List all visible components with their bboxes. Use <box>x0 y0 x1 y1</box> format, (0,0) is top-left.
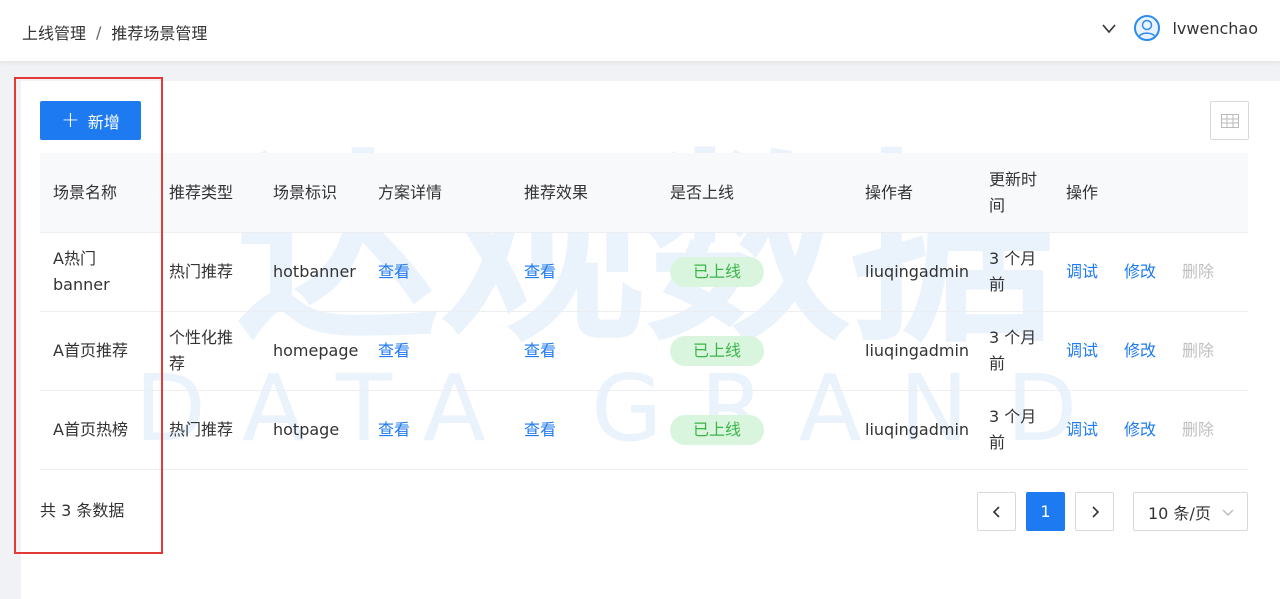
user-icon <box>1138 19 1157 39</box>
rec-type: 热门推荐 <box>169 262 234 281</box>
page-size-select[interactable]: 10 条/页 <box>1133 492 1248 531</box>
scene-table: 场景名称 推荐类型 场景标识 方案详情 推荐效果 是否上线 操作者 更新时间 操… <box>40 153 1248 470</box>
next-page-button[interactable] <box>1075 492 1114 531</box>
operator: liuqingadmin <box>865 341 970 360</box>
rec-effect-link[interactable]: 查看 <box>524 312 584 390</box>
edit-link[interactable]: 修改 <box>1124 312 1164 390</box>
scene-name: A首页热榜 <box>53 420 128 439</box>
avatar[interactable] <box>1134 15 1161 41</box>
debug-link[interactable]: 调试 <box>1066 391 1106 469</box>
scene-key: homepage <box>273 341 359 360</box>
edit-link[interactable]: 修改 <box>1124 233 1164 311</box>
chevron-right-icon <box>1091 505 1099 518</box>
status-badge: 已上线 <box>670 415 764 445</box>
user-menu[interactable]: lvwenchao <box>1100 15 1258 41</box>
rec-effect-link[interactable]: 查看 <box>524 233 584 311</box>
page-size-value: 10 条/页 <box>1148 503 1211 523</box>
status-badge: 已上线 <box>670 336 764 366</box>
column-settings-button[interactable] <box>1210 101 1249 140</box>
updated-time: 3 个月前 <box>989 407 1037 452</box>
header-operator: 操作者 <box>865 182 914 202</box>
breadcrumb-current: 推荐场景管理 <box>111 24 208 43</box>
chevron-left-icon <box>992 505 1000 518</box>
delete-link: 删除 <box>1182 420 1215 439</box>
table-row: A首页推荐 个性化推荐 homepage 查看 查看 已上线 liuqingad… <box>40 312 1248 391</box>
operator: liuqingadmin <box>865 262 970 281</box>
table-icon <box>1220 113 1239 128</box>
debug-link[interactable]: 调试 <box>1066 233 1106 311</box>
scene-key: hotpage <box>273 420 340 439</box>
top-bar: 上线管理 / 推荐场景管理 lvwenchao <box>0 0 1280 62</box>
debug-link[interactable]: 调试 <box>1066 312 1106 390</box>
table-header: 场景名称 推荐类型 场景标识 方案详情 推荐效果 是否上线 操作者 更新时间 操… <box>40 153 1248 233</box>
online-status: 已上线 <box>670 233 770 311</box>
rec-type: 个性化推荐 <box>169 328 234 373</box>
total-count: 共 3 条数据 <box>40 501 125 520</box>
plan-detail-link[interactable]: 查看 <box>378 312 438 390</box>
plus-icon: + <box>61 107 80 133</box>
scene-key: hotbanner <box>273 262 356 281</box>
header-online-status: 是否上线 <box>670 182 735 202</box>
edit-link[interactable]: 修改 <box>1124 391 1164 469</box>
online-status: 已上线 <box>670 391 770 469</box>
updated-time: 3 个月前 <box>989 328 1037 373</box>
prev-page-button[interactable] <box>977 492 1016 531</box>
status-badge: 已上线 <box>670 257 764 287</box>
breadcrumb-separator: / <box>96 22 102 42</box>
online-status: 已上线 <box>670 312 770 390</box>
table-row: A首页热榜 热门推荐 hotpage 查看 查看 已上线 liuqingadmi… <box>40 391 1248 470</box>
table-row: A热门banner 热门推荐 hotbanner 查看 查看 已上线 liuqi… <box>40 233 1248 312</box>
chevron-down-icon[interactable] <box>1100 19 1118 37</box>
page-button-current[interactable]: 1 <box>1026 492 1065 531</box>
breadcrumb: 上线管理 / 推荐场景管理 <box>22 20 207 44</box>
username: lvwenchao <box>1172 18 1258 38</box>
chevron-down-icon <box>1222 509 1234 516</box>
header-scene-key: 场景标识 <box>273 182 338 202</box>
scene-name: A热门banner <box>53 249 110 294</box>
add-button-label: 新增 <box>87 112 120 132</box>
delete-link: 删除 <box>1182 341 1215 360</box>
header-updated: 更新时间 <box>989 169 1038 215</box>
delete-link: 删除 <box>1182 262 1215 281</box>
header-rec-effect: 推荐效果 <box>524 182 589 202</box>
rec-effect-link[interactable]: 查看 <box>524 391 584 469</box>
operator: liuqingadmin <box>865 420 970 439</box>
header-plan-detail: 方案详情 <box>378 182 443 202</box>
header-scene-name: 场景名称 <box>53 182 118 202</box>
plan-detail-link[interactable]: 查看 <box>378 391 438 469</box>
rec-type: 热门推荐 <box>169 420 234 439</box>
header-actions: 操作 <box>1066 182 1099 202</box>
plan-detail-link[interactable]: 查看 <box>378 233 438 311</box>
add-button[interactable]: + 新增 <box>40 101 141 140</box>
scene-name: A首页推荐 <box>53 341 128 360</box>
breadcrumb-root[interactable]: 上线管理 <box>22 20 86 44</box>
updated-time: 3 个月前 <box>989 249 1037 294</box>
header-rec-type: 推荐类型 <box>169 182 234 202</box>
